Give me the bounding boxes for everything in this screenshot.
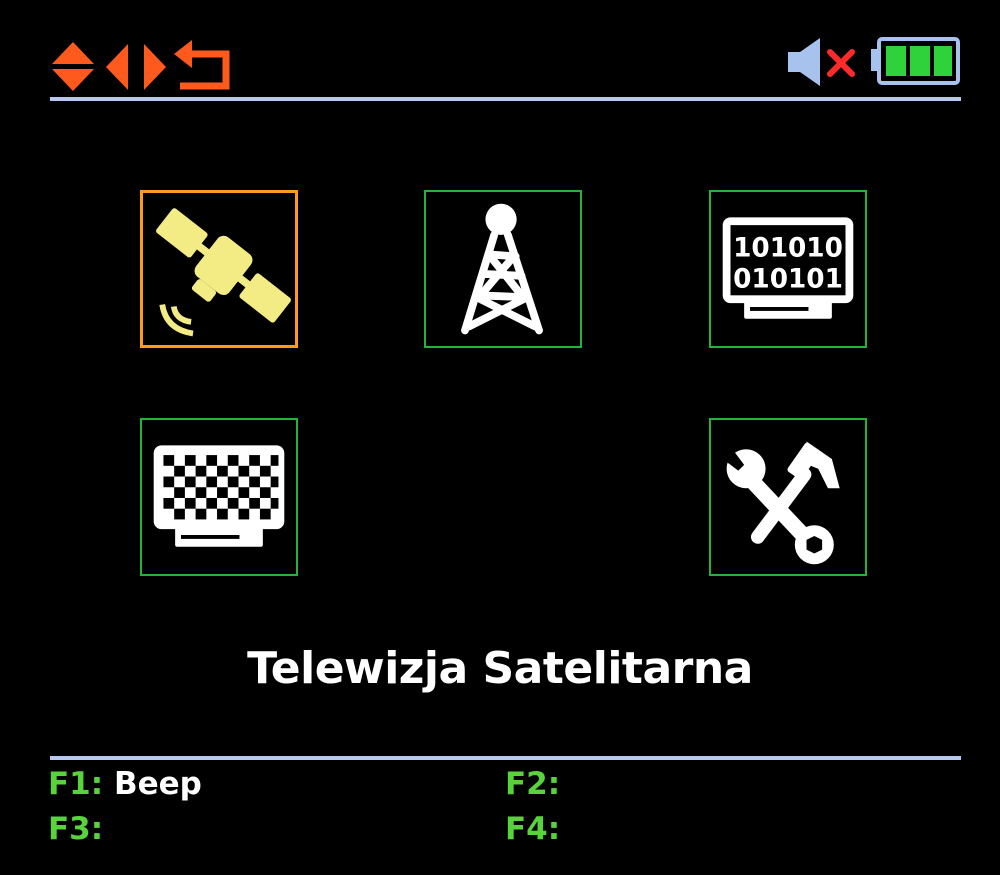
- svg-text:101010: 101010: [733, 233, 843, 263]
- speaker-muted-icon: [788, 38, 855, 86]
- binary-data-monitor-icon: 101010 010101: [722, 217, 854, 319]
- transmitter-tower-icon: [461, 203, 543, 335]
- updown-arrows-icon[interactable]: [50, 42, 96, 92]
- svg-text:010101: 010101: [733, 265, 843, 295]
- header-separator: [50, 97, 961, 101]
- test-pattern-monitor-icon: [153, 445, 285, 547]
- fkey-f2[interactable]: F2:: [505, 766, 560, 802]
- battery-full-icon: [871, 37, 960, 85]
- tile-satellite-tv[interactable]: [140, 190, 298, 348]
- nav-icons: [50, 38, 240, 94]
- tools-icon: [722, 441, 840, 565]
- fkey-f4-label: F4:: [505, 811, 561, 847]
- fkey-f1-label: F1:: [48, 766, 104, 802]
- tile-terrestrial-tv[interactable]: [424, 190, 582, 348]
- tile-test-pattern[interactable]: [140, 418, 298, 576]
- back-arrow-icon[interactable]: [174, 40, 234, 94]
- fkey-f1[interactable]: F1: Beep: [48, 766, 202, 802]
- selected-menu-title: Telewizja Satelitarna: [247, 643, 753, 694]
- left-arrow-icon[interactable]: [104, 42, 130, 92]
- fkey-f1-value: Beep: [113, 766, 202, 802]
- fkey-f4[interactable]: F4:: [505, 811, 560, 847]
- fkey-f3[interactable]: F3:: [48, 811, 103, 847]
- footer-separator: [50, 756, 961, 760]
- right-arrow-icon[interactable]: [142, 42, 168, 92]
- satellite-icon: [156, 208, 291, 337]
- tile-tools[interactable]: [709, 418, 867, 576]
- tile-data-monitor[interactable]: 101010 010101: [709, 190, 867, 348]
- fkey-f3-label: F3:: [48, 811, 104, 847]
- status-area: [784, 34, 960, 88]
- fkey-f2-label: F2:: [505, 766, 561, 802]
